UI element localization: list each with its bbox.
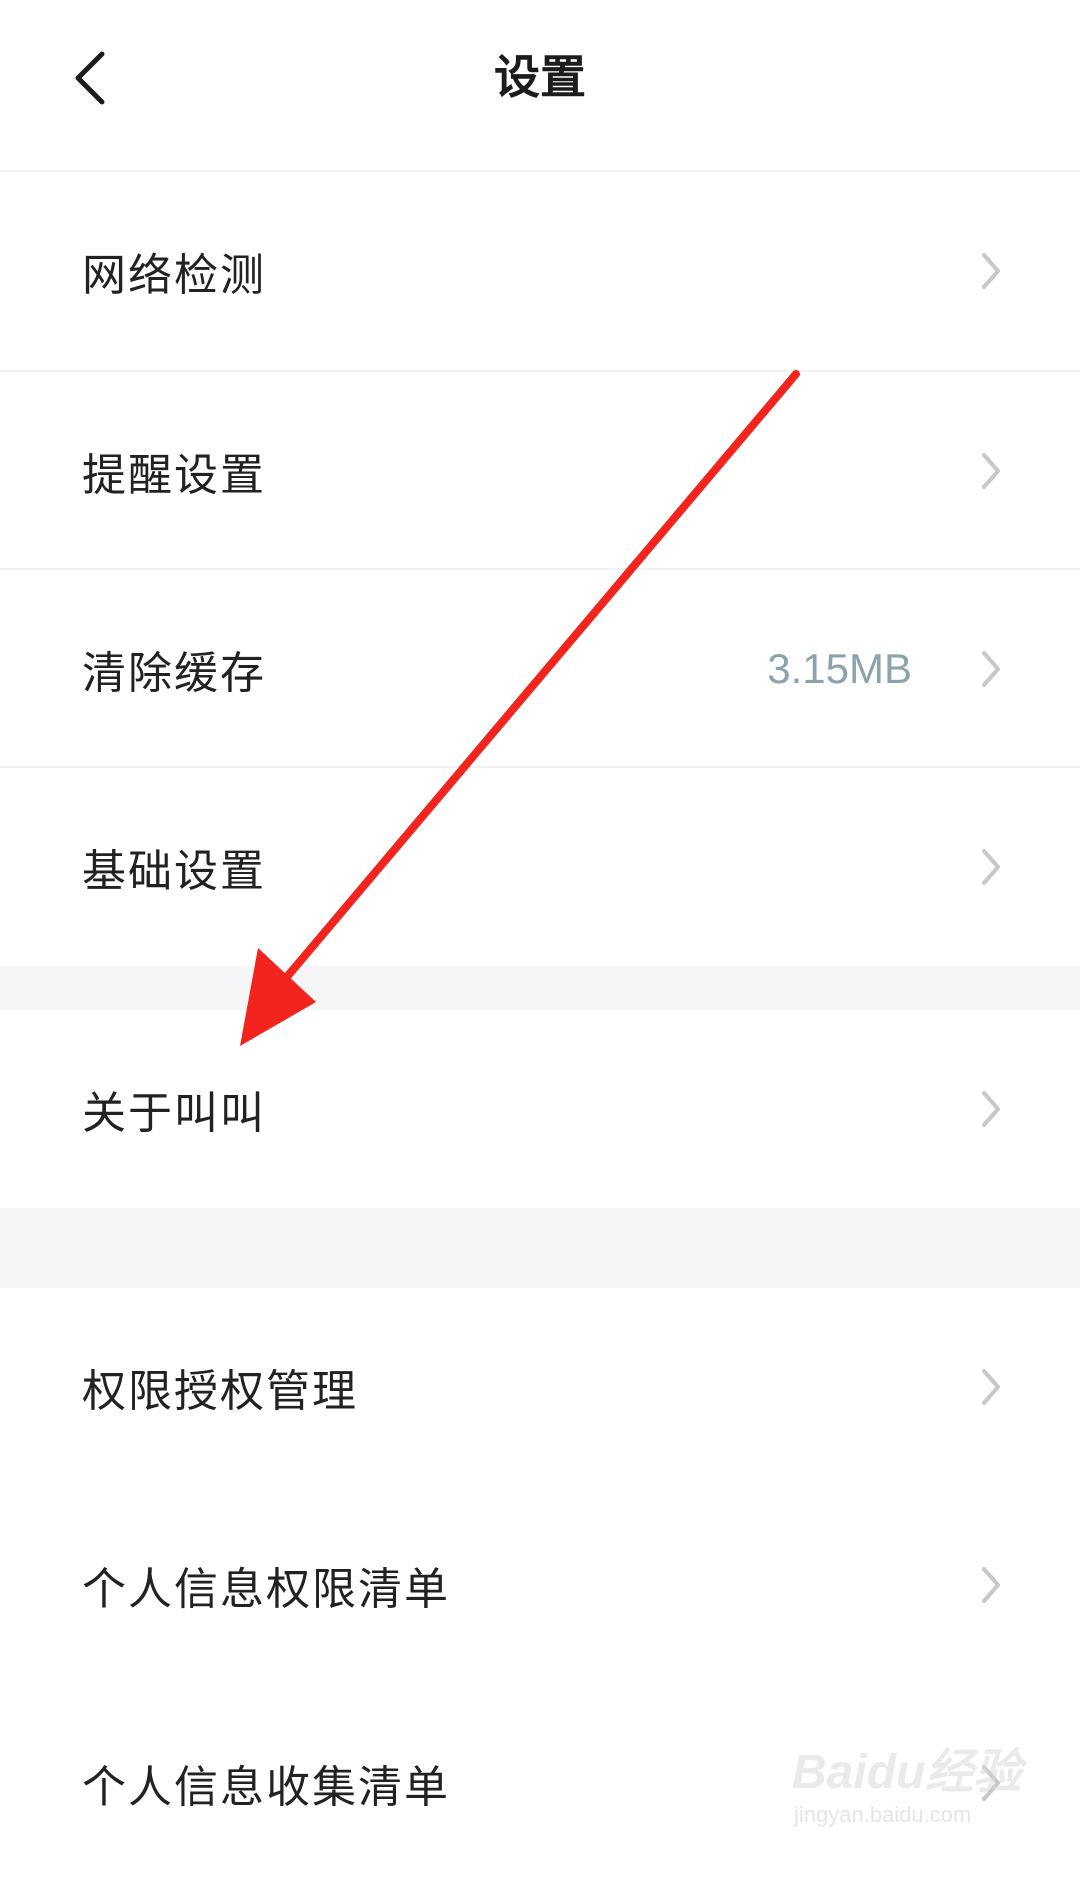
page-title: 设置 bbox=[494, 50, 586, 104]
item-label: 个人信息权限清单 bbox=[82, 1564, 450, 1615]
baidu-watermark: Baidu经验 jingyan.baidu.com bbox=[792, 1732, 1022, 1852]
section-gap bbox=[0, 966, 1080, 1010]
cache-size-value: 3.15MB bbox=[767, 645, 912, 692]
item-label: 网络检测 bbox=[82, 250, 266, 301]
item-label: 清除缓存 bbox=[82, 648, 266, 699]
settings-item-basic[interactable]: 基础设置 bbox=[0, 768, 1080, 966]
item-label: 提醒设置 bbox=[82, 450, 266, 501]
chevron-right-icon bbox=[982, 1091, 1000, 1127]
settings-item-network-check[interactable]: 网络检测 bbox=[0, 172, 1080, 370]
item-label: 权限授权管理 bbox=[82, 1366, 358, 1417]
settings-item-reminder[interactable]: 提醒设置 bbox=[0, 372, 1080, 570]
settings-item-permission-management[interactable]: 权限授权管理 bbox=[0, 1288, 1080, 1486]
settings-screen: 设置 网络检测 提醒设置 清除缓存 3.15MB 基础设置 关于叫叫 权限授权管… bbox=[0, 0, 1080, 1882]
chevron-right-icon bbox=[982, 253, 1000, 289]
settings-item-clear-cache[interactable]: 清除缓存 3.15MB bbox=[0, 570, 1080, 768]
nav-bar: 设置 bbox=[0, 0, 1080, 172]
item-label: 关于叫叫 bbox=[82, 1088, 266, 1139]
settings-item-permission-list[interactable]: 个人信息权限清单 bbox=[0, 1486, 1080, 1684]
chevron-right-icon bbox=[982, 849, 1000, 885]
chevron-right-icon bbox=[982, 1567, 1000, 1603]
item-label: 基础设置 bbox=[82, 846, 266, 897]
chevron-right-icon bbox=[982, 453, 1000, 489]
settings-item-about[interactable]: 关于叫叫 bbox=[0, 1010, 1080, 1208]
item-label: 个人信息收集清单 bbox=[82, 1762, 450, 1813]
section-gap bbox=[0, 1208, 1080, 1288]
chevron-right-icon bbox=[982, 1369, 1000, 1405]
watermark-text: Baidu经验 bbox=[792, 1746, 1022, 1799]
watermark-sub: jingyan.baidu.com bbox=[794, 1802, 972, 1827]
chevron-right-icon bbox=[982, 651, 1000, 687]
